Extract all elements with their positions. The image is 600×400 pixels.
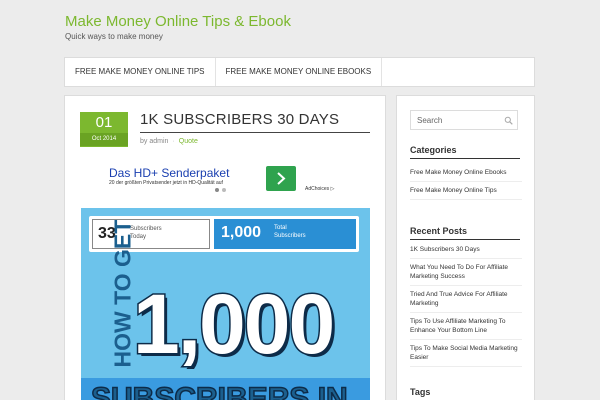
meta-prefix: by	[140, 138, 148, 145]
categories-list: Free Make Money Online Ebooks Free Make …	[410, 164, 522, 200]
ad-choices-link[interactable]: AdChoices ▷	[305, 186, 334, 192]
site-title[interactable]: Make Money Online Tips & Ebook	[65, 13, 291, 30]
ad-banner[interactable]: Das HD+ Senderpaket 20 der größten Priva…	[109, 166, 345, 196]
title-divider	[140, 132, 370, 133]
search-input[interactable]	[411, 111, 501, 129]
total-subscribers-box: 1,000 Total Subscribers	[214, 219, 356, 249]
featured-image[interactable]: 33 Subscribers Today 1,000 Total Subscri…	[81, 208, 370, 400]
post-author-link[interactable]: admin	[149, 138, 168, 145]
ad-carousel-dots	[215, 188, 226, 192]
categories-divider	[410, 158, 520, 159]
date-month: Oct 2014	[80, 133, 128, 146]
post-title[interactable]: 1K SUBSCRIBERS 30 DAYS	[140, 111, 339, 128]
chevron-right-icon	[277, 172, 286, 185]
total-subscribers-label: Total Subscribers	[274, 225, 306, 239]
meta-separator: ·	[172, 138, 175, 145]
big-number: 1,000	[131, 276, 336, 373]
sidebar: Categories Free Make Money Online Ebooks…	[396, 95, 535, 400]
nav-item-free-tips[interactable]: FREE MAKE MONEY ONLINE TIPS	[65, 58, 216, 86]
search-icon[interactable]	[504, 116, 513, 125]
recent-post-link[interactable]: 1K Subscribers 30 Days	[410, 241, 522, 259]
main-content: 01 Oct 2014 1K SUBSCRIBERS 30 DAYS by ad…	[64, 95, 386, 400]
tags-title: Tags	[410, 387, 431, 397]
ad-title[interactable]: Das HD+ Senderpaket	[109, 166, 229, 180]
category-link-ebooks[interactable]: Free Make Money Online Ebooks	[410, 164, 522, 182]
recent-post-link[interactable]: Tried And True Advice For Affiliate Mark…	[410, 286, 522, 313]
ad-next-button[interactable]	[266, 166, 296, 191]
recent-posts-list: 1K Subscribers 30 Days What You Need To …	[410, 241, 522, 367]
search-box	[410, 110, 518, 130]
main-nav: FREE MAKE MONEY ONLINE TIPS FREE MAKE MO…	[64, 57, 535, 87]
date-day: 01	[95, 114, 113, 131]
recent-post-link[interactable]: Tips To Use Affiliate Marketing To Enhan…	[410, 313, 522, 340]
recent-post-link[interactable]: What You Need To Do For Affiliate Market…	[410, 259, 522, 286]
categories-title: Categories	[410, 145, 457, 155]
subscribers-in-text: SUBSCRIBERS IN	[90, 381, 348, 400]
ad-text: 20 der größten Privatsender jetzt in HD-…	[109, 180, 223, 186]
post-category-link[interactable]: Quote	[179, 138, 198, 145]
total-subscribers-count: 1,000	[221, 224, 262, 241]
recent-posts-divider	[410, 239, 520, 240]
site-description: Quick ways to make money	[65, 32, 163, 41]
recent-posts-title: Recent Posts	[410, 226, 468, 236]
date-badge: 01 Oct 2014	[80, 112, 128, 147]
ad-dot[interactable]	[222, 188, 226, 192]
recent-post-link[interactable]: Tips To Make Social Media Marketing Easi…	[410, 340, 522, 367]
category-link-tips[interactable]: Free Make Money Online Tips	[410, 182, 522, 200]
nav-item-free-ebooks[interactable]: FREE MAKE MONEY ONLINE EBOOKS	[216, 58, 383, 86]
post-meta: by admin · Quote	[140, 138, 198, 145]
ad-dot[interactable]	[215, 188, 219, 192]
